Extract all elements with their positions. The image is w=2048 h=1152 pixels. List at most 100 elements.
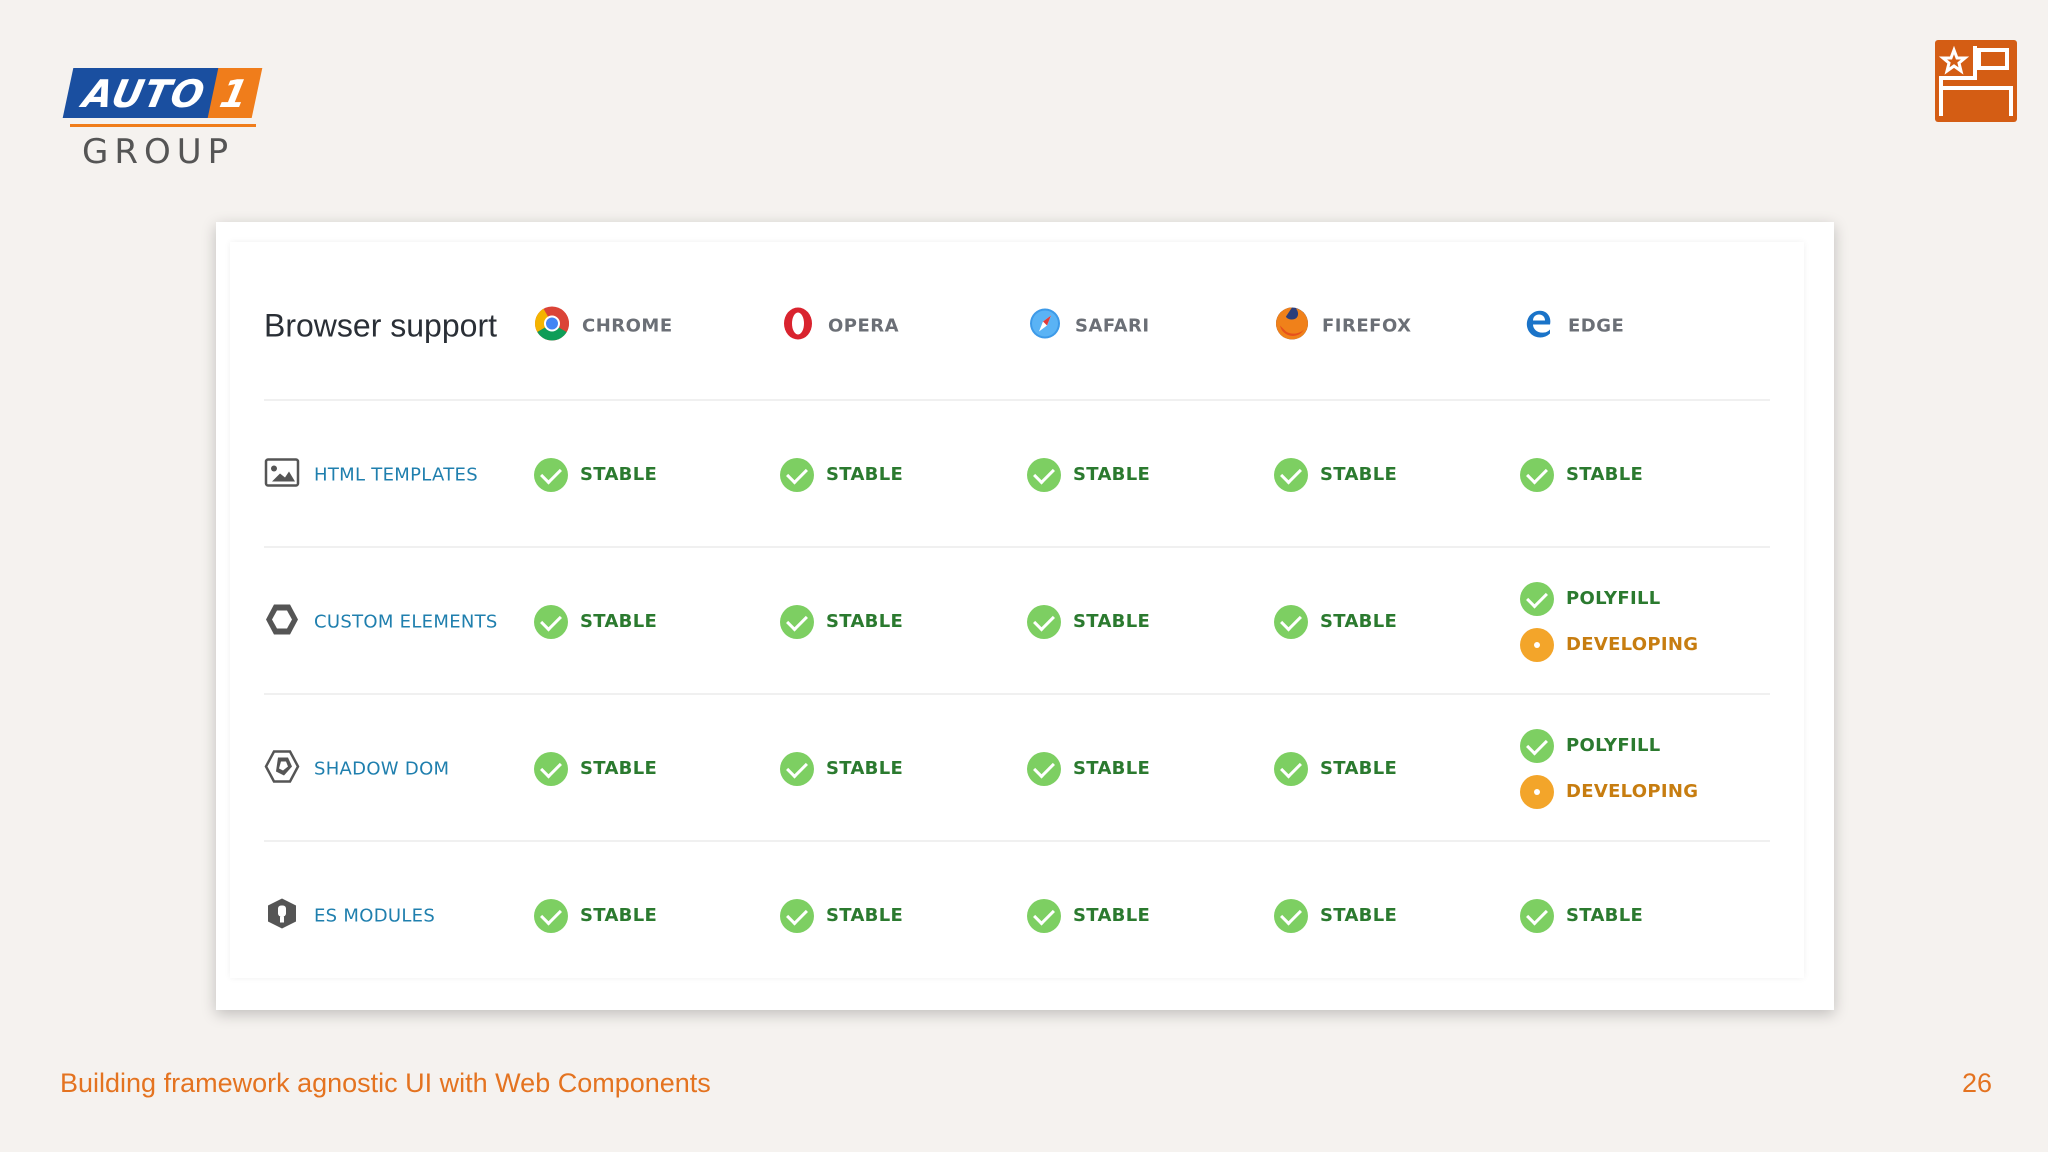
logo-auto-text: AUTO (62, 68, 221, 118)
shadow-hexagon-icon (264, 749, 300, 788)
status-cell: STABLE (1027, 751, 1150, 786)
status-cell: STABLE (1027, 898, 1151, 933)
check-circle-icon (1520, 728, 1554, 763)
check-circle-icon (534, 751, 568, 786)
status-cell: POLYFILL DEVELOPING (1520, 581, 1699, 662)
table-row: ES MODULES STABLE STABLE STABLE STABLE S… (264, 842, 1770, 989)
status-label: STABLE (1320, 611, 1398, 632)
check-circle-icon (780, 604, 814, 639)
logo-underline (70, 124, 256, 127)
browser-label: FIREFOX (1322, 315, 1412, 336)
status-label: POLYFILL (1566, 735, 1661, 756)
status-label: STABLE (826, 905, 904, 926)
status-cell: STABLE (1520, 457, 1644, 492)
developing-dot-icon (1520, 627, 1554, 662)
logo-one-text: 1 (207, 68, 263, 118)
check-circle-icon (1027, 604, 1061, 639)
check-circle-icon (780, 898, 814, 933)
browser-edge: EDGE (1520, 305, 1624, 346)
feature-custom-elements: CUSTOM ELEMENTS (264, 602, 498, 641)
check-circle-icon (534, 604, 568, 639)
developing-dot-icon (1520, 774, 1554, 809)
status-label: STABLE (580, 611, 658, 632)
check-circle-icon (1027, 457, 1061, 492)
status-label: POLYFILL (1566, 588, 1661, 609)
check-circle-icon (1274, 457, 1308, 492)
check-circle-icon (780, 457, 814, 492)
table-row: SHADOW DOM STABLE STABLE STABLE STABLE P… (264, 695, 1770, 842)
feature-shadow-dom: SHADOW DOM (264, 749, 449, 788)
firefox-icon (1274, 305, 1310, 346)
feature-es-modules: ES MODULES (264, 896, 435, 935)
status-label: STABLE (1320, 905, 1398, 926)
status-label: STABLE (1073, 464, 1151, 485)
hexagon-icon (264, 602, 300, 641)
browser-opera: OPERA (780, 305, 899, 346)
status-label: STABLE (1566, 905, 1644, 926)
status-label: STABLE (1073, 905, 1151, 926)
status-cell: STABLE (1027, 604, 1151, 639)
check-circle-icon (1274, 898, 1308, 933)
status-cell: STABLE (780, 457, 903, 492)
edge-icon (1520, 305, 1556, 346)
browser-chrome: CHROME (534, 305, 673, 346)
module-shield-icon (264, 896, 300, 935)
check-circle-icon (1520, 581, 1554, 616)
table-header-row: Browser support CHROME OPERA SAFARI FIRE… (264, 252, 1770, 399)
status-label: STABLE (580, 464, 658, 485)
feature-label: SHADOW DOM (314, 758, 450, 779)
status-label: STABLE (1073, 611, 1151, 632)
browser-support-table: Browser support CHROME OPERA SAFARI FIRE… (230, 242, 1804, 978)
status-cell: STABLE (534, 898, 658, 933)
status-label: STABLE (1320, 758, 1398, 779)
check-circle-icon (534, 898, 568, 933)
browser-label: EDGE (1568, 315, 1625, 336)
status-label: DEVELOPING (1566, 781, 1699, 802)
browser-label: OPERA (828, 315, 900, 336)
auto1-group-logo: AUTO 1 GROUP (62, 68, 263, 178)
feature-label: HTML TEMPLATES (314, 464, 478, 485)
check-circle-icon (1027, 751, 1061, 786)
status-cell: POLYFILL DEVELOPING (1520, 728, 1699, 809)
status-label: STABLE (826, 611, 904, 632)
feature-label: ES MODULES (314, 905, 436, 926)
check-circle-icon (1520, 457, 1554, 492)
opera-icon (780, 305, 816, 346)
status-cell: STABLE (534, 457, 658, 492)
check-circle-icon (1027, 898, 1061, 933)
status-label: STABLE (580, 758, 658, 779)
status-cell: STABLE (780, 898, 904, 933)
status-cell: STABLE (780, 751, 904, 786)
chrome-icon (534, 305, 570, 346)
status-cell: STABLE (780, 604, 904, 639)
check-circle-icon (1274, 604, 1308, 639)
page-number: 26 (1962, 1068, 1993, 1098)
status-label: STABLE (1566, 464, 1644, 485)
browser-label: SAFARI (1075, 315, 1150, 336)
browser-label: CHROME (582, 315, 673, 336)
check-circle-icon (780, 751, 814, 786)
logo-group-text: GROUP (82, 132, 235, 172)
status-cell: STABLE (1274, 604, 1398, 639)
browser-support-screenshot: Browser support CHROME OPERA SAFARI FIRE… (216, 222, 1834, 1010)
status-cell: STABLE (534, 751, 658, 786)
status-label: STABLE (826, 758, 904, 779)
status-cell: STABLE (534, 604, 658, 639)
feature-label: CUSTOM ELEMENTS (314, 611, 498, 632)
check-circle-icon (1520, 898, 1554, 933)
status-label: DEVELOPING (1566, 634, 1699, 655)
status-cell: STABLE (1520, 898, 1644, 933)
image-template-icon (264, 457, 300, 492)
feature-html-templates: HTML TEMPLATES (264, 457, 478, 492)
browser-firefox: FIREFOX (1274, 305, 1411, 346)
check-circle-icon (1274, 751, 1308, 786)
table-row: HTML TEMPLATES STABLE STABLE STABLE STAB… (264, 401, 1770, 548)
status-label: STABLE (580, 905, 658, 926)
browser-safari: SAFARI (1027, 305, 1150, 346)
status-label: STABLE (1320, 464, 1398, 485)
status-cell: STABLE (1274, 457, 1398, 492)
safari-icon (1027, 305, 1063, 346)
status-cell: STABLE (1027, 457, 1151, 492)
table-row: CUSTOM ELEMENTS STABLE STABLE STABLE STA… (264, 548, 1770, 695)
presentation-title: Building framework agnostic UI with Web … (60, 1068, 711, 1098)
